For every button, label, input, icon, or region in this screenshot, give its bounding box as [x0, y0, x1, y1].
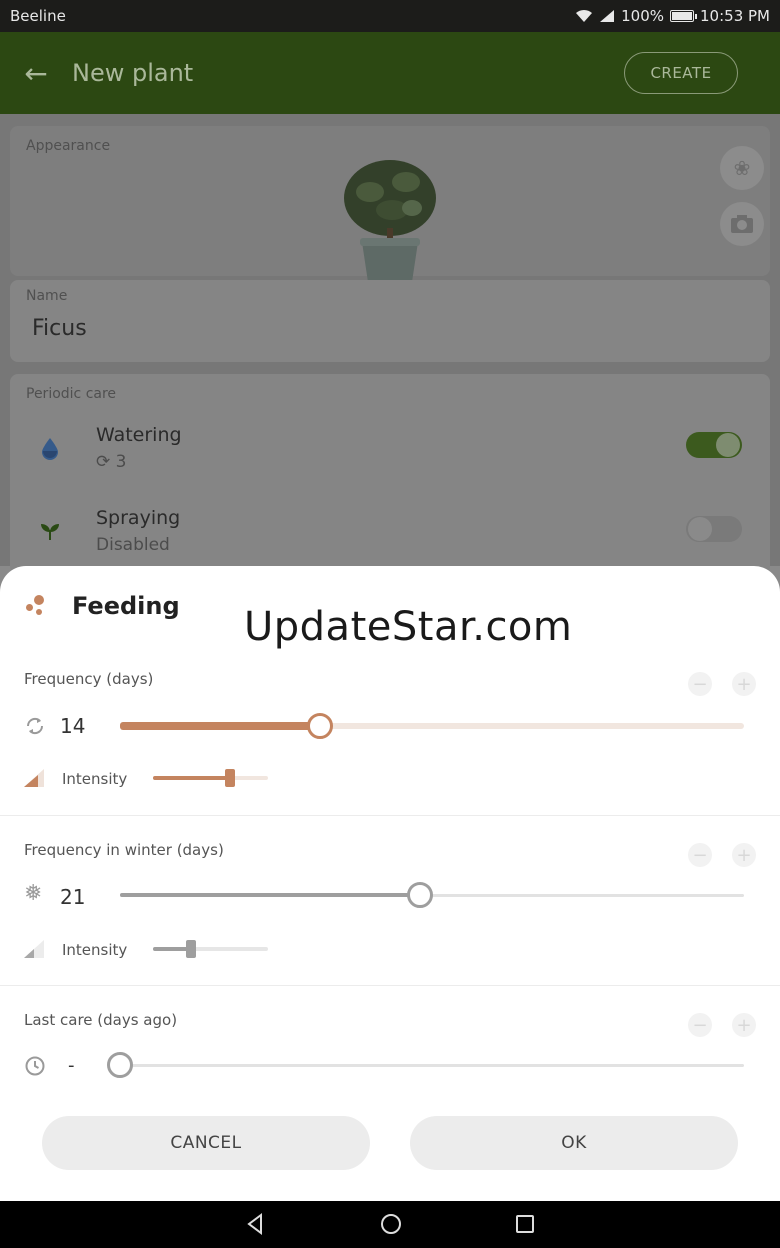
system-nav-bar	[0, 1201, 780, 1248]
name-card[interactable]: Name Ficus	[10, 280, 770, 362]
recents-square-icon[interactable]	[514, 1213, 536, 1235]
intensity-icon	[24, 769, 44, 787]
care-item-subtitle: Disabled	[96, 535, 170, 555]
battery-percent: 100%	[621, 7, 665, 25]
app-bar: ← New plant CREATE	[0, 32, 780, 114]
flower-icon[interactable]: ❀	[720, 146, 764, 190]
sheet-header: Feeding	[24, 592, 180, 620]
repeat-icon: ⟳	[96, 452, 111, 472]
increment-button[interactable]: +	[732, 672, 756, 696]
snowflake-icon: ❅	[24, 881, 43, 906]
frequency-label: Frequency (days)	[24, 670, 154, 688]
back-triangle-icon[interactable]	[245, 1213, 267, 1235]
appearance-card: Appearance ❀	[10, 126, 770, 282]
divider	[0, 985, 780, 986]
cancel-button[interactable]: CANCEL	[42, 1116, 370, 1170]
watering-toggle[interactable]	[686, 432, 742, 458]
signal-icon	[600, 10, 615, 22]
periodic-care-card: Periodic care Watering ⟳ 3 Spraying Disa…	[10, 374, 770, 574]
clock-icon	[25, 1056, 45, 1076]
arrow-back-icon[interactable]: ←	[0, 57, 72, 90]
increment-button[interactable]: +	[732, 1013, 756, 1037]
name-field[interactable]: Ficus	[32, 316, 87, 341]
watermark: UpdateStar.com	[244, 604, 573, 650]
carrier-name: Beeline	[10, 7, 66, 25]
repeat-icon	[26, 717, 44, 735]
status-bar: Beeline 100% 10:53 PM	[0, 0, 780, 32]
care-item-subtitle: ⟳ 3	[96, 452, 127, 472]
decrement-button[interactable]: −	[688, 672, 712, 696]
intensity-label: Intensity	[62, 770, 128, 788]
sprout-icon	[41, 524, 59, 540]
camera-icon[interactable]	[720, 202, 764, 246]
name-label: Name	[26, 288, 68, 304]
winter-frequency-label: Frequency in winter (days)	[24, 841, 224, 859]
page-title: New plant	[72, 59, 194, 87]
last-care-value: -	[68, 1055, 75, 1076]
intensity-icon	[24, 940, 44, 958]
decrement-button[interactable]: −	[688, 1013, 712, 1037]
decrement-button[interactable]: −	[688, 843, 712, 867]
ok-button[interactable]: OK	[410, 1116, 738, 1170]
feeding-sheet: Feeding UpdateStar.com Frequency (days) …	[0, 566, 780, 1201]
wifi-icon	[576, 9, 593, 22]
home-circle-icon[interactable]	[380, 1213, 402, 1235]
divider	[0, 815, 780, 816]
clock: 10:53 PM	[700, 7, 770, 25]
battery-icon	[670, 10, 698, 22]
spraying-toggle[interactable]	[686, 516, 742, 542]
appearance-label: Appearance	[26, 138, 111, 154]
last-care-label: Last care (days ago)	[24, 1011, 178, 1029]
create-button[interactable]: CREATE	[624, 52, 738, 94]
sheet-title: Feeding	[72, 592, 180, 620]
winter-frequency-value: 21	[60, 885, 86, 909]
plant-form: Appearance ❀ Name Ficus Periodic care Wa…	[0, 114, 780, 574]
water-drop-icon	[42, 438, 58, 460]
intensity-label: Intensity	[62, 941, 128, 959]
plant-image[interactable]	[340, 152, 440, 284]
care-item-title: Spraying	[96, 507, 181, 529]
feeding-icon	[24, 593, 50, 619]
frequency-value: 14	[60, 714, 86, 738]
care-item-title: Watering	[96, 424, 182, 446]
periodic-care-label: Periodic care	[26, 386, 117, 402]
increment-button[interactable]: +	[732, 843, 756, 867]
